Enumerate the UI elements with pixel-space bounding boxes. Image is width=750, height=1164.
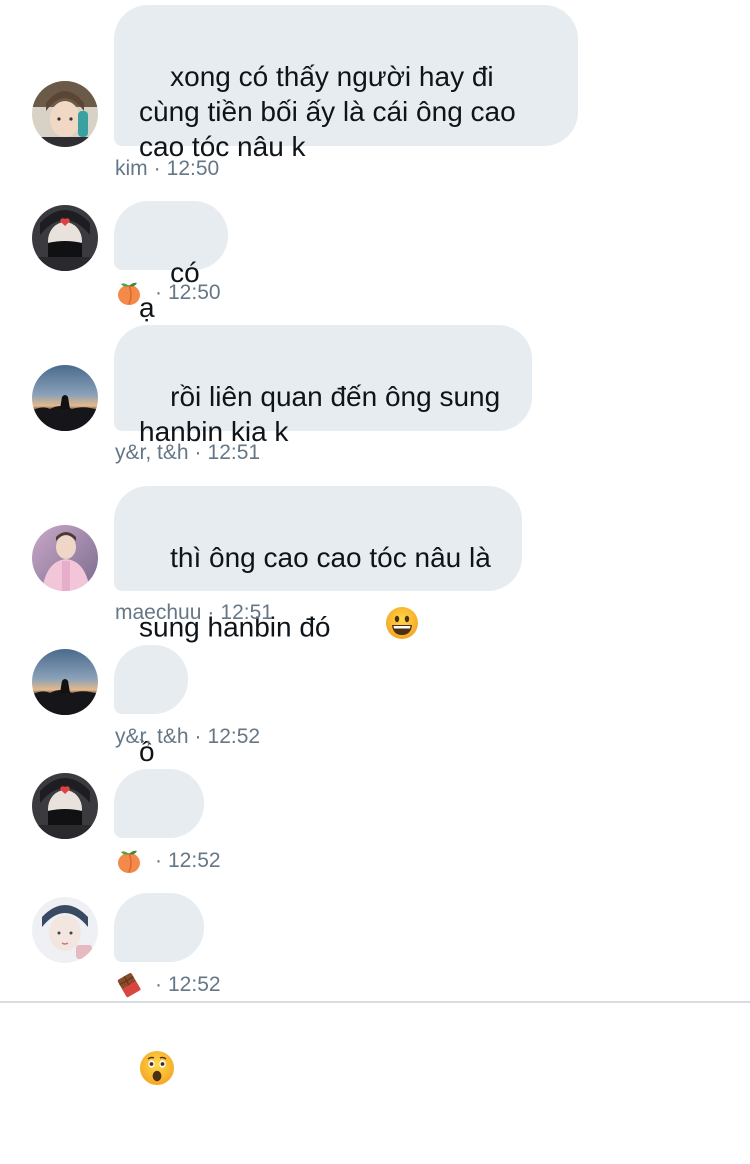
peach-emoji-icon	[115, 848, 143, 874]
avatar-masked-boy[interactable]	[32, 773, 98, 839]
message-time: 12:52	[207, 725, 261, 748]
sender-name[interactable]: y&r, t&h	[115, 724, 189, 750]
meta-separator: ·	[194, 725, 202, 748]
message-meta: y&r, t&h · 12:52	[115, 724, 260, 750]
message-time: 12:51	[207, 441, 261, 464]
avatar-pink-jacket[interactable]	[32, 525, 98, 591]
avatar-sunset-silhouette[interactable]	[32, 649, 98, 715]
message-time: 12:50	[168, 281, 221, 304]
message-meta: · 12:52	[115, 972, 221, 998]
sender-name[interactable]: y&r, t&h	[115, 440, 189, 466]
meta-separator: ·	[194, 441, 202, 464]
avatar-masked-boy[interactable]	[32, 205, 98, 271]
grinning-face-emoji-icon	[339, 571, 420, 683]
message-text: xong có thấy người hay đi cùng tiền bối …	[139, 61, 516, 162]
message-meta: y&r, t&h · 12:51	[115, 440, 260, 466]
meta-separator: ·	[155, 281, 162, 304]
message-bubble[interactable]: có ạ	[114, 201, 228, 323]
chocolate-bar-emoji-icon	[115, 972, 143, 998]
meta-separator: ·	[155, 973, 162, 996]
message-text: rồi liên quan đến ông sung hanbin kia k	[139, 381, 501, 447]
message-time: 12:52	[168, 973, 221, 996]
message-bubble[interactable]: ồ	[114, 645, 188, 767]
sender-name[interactable]: kim	[115, 156, 148, 182]
message-time: 12:50	[166, 157, 220, 180]
message-bubble[interactable]: xong có thấy người hay đi cùng tiền bối …	[114, 5, 578, 162]
avatar-pale-boy[interactable]	[32, 897, 98, 963]
message-time: 12:51	[220, 601, 273, 624]
meta-separator: ·	[155, 849, 162, 872]
message-bubble[interactable]: thì ông cao cao tóc nâu là sung hanbin đ…	[114, 486, 522, 642]
message-meta: kim · 12:50	[115, 156, 219, 182]
meta-separator: ·	[153, 157, 161, 180]
avatar-sunset-silhouette[interactable]	[32, 365, 98, 431]
message-meta: maechuu · 12:51	[115, 600, 273, 626]
message-bubble[interactable]: rồi liên quan đến ông sung hanbin kia k	[114, 325, 532, 447]
message-meta: · 12:52	[115, 848, 221, 874]
peach-emoji-icon	[115, 280, 143, 306]
meta-separator: ·	[207, 601, 215, 624]
message-bubble[interactable]	[114, 769, 204, 961]
message-meta: · 12:50	[115, 280, 221, 306]
sender-name[interactable]: maechuu	[115, 600, 201, 626]
avatar-boy-headphones[interactable]	[32, 81, 98, 147]
message-text: thì ông cao cao tóc nâu là sung hanbin đ…	[139, 542, 491, 643]
message-bubble[interactable]	[114, 893, 204, 1085]
message-time: 12:52	[168, 849, 221, 872]
